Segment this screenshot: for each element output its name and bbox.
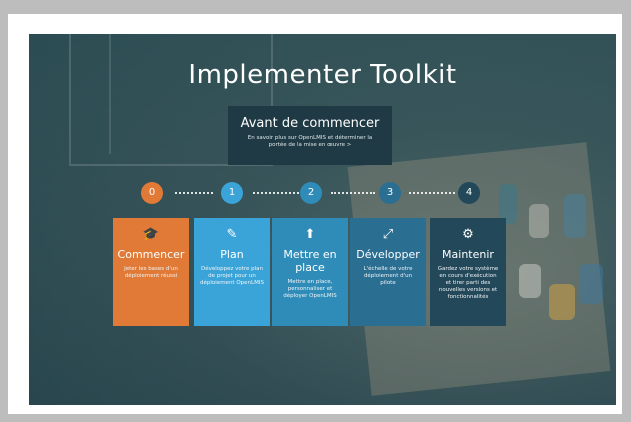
step-connector xyxy=(253,192,299,196)
card-title: Développer xyxy=(356,248,420,261)
background-photo-detail xyxy=(109,34,111,154)
card-title: Maintenir xyxy=(442,248,494,261)
card-title: Plan xyxy=(220,248,244,261)
card-title: Mettre en place xyxy=(283,248,337,274)
step-4[interactable]: 4 xyxy=(458,182,480,204)
card-title: Commencer xyxy=(117,248,185,261)
card-text: Gardez votre système en cours d'exécutio… xyxy=(437,266,499,300)
upload-icon: ⬆ xyxy=(304,227,316,242)
step-0[interactable]: 0 xyxy=(141,182,163,204)
step-1[interactable]: 1 xyxy=(221,182,243,204)
hero-banner: Implementer Toolkit Avant de commencer E… xyxy=(29,34,616,405)
intro-link[interactable]: En savoir plus sur OpenLMIS et détermine… xyxy=(240,135,380,149)
card-text: L'échelle de votre déploiement d'un pilo… xyxy=(363,266,413,286)
card-developper[interactable]: ⤢ Développer L'échelle de votre déploiem… xyxy=(350,218,426,326)
step-connector xyxy=(175,192,213,196)
step-indicator: 0 1 2 3 4 xyxy=(29,182,616,206)
step-connector xyxy=(409,192,455,196)
card-maintenir[interactable]: ⚙ Maintenir Gardez votre système en cour… xyxy=(430,218,506,326)
graduation-cap-icon: 🎓 xyxy=(142,227,160,242)
background-vial xyxy=(549,284,575,320)
card-commencer[interactable]: 🎓 Commencer Jeter les bases d'un déploie… xyxy=(113,218,189,326)
intro-heading: Avant de commencer xyxy=(240,116,380,131)
edit-icon: ✎ xyxy=(226,227,238,242)
card-text: Développez votre plan de projet pour un … xyxy=(200,266,264,286)
card-text: Mettre en place, personnaliser et déploy… xyxy=(283,279,337,299)
card-text: Jeter les bases d'un déploiement réussi xyxy=(124,266,178,279)
background-vial xyxy=(519,264,541,298)
gear-icon: ⚙ xyxy=(462,227,474,242)
expand-icon: ⤢ xyxy=(382,227,394,242)
step-2[interactable]: 2 xyxy=(300,182,322,204)
card-plan[interactable]: ✎ Plan Développez votre plan de projet p… xyxy=(194,218,270,326)
background-vial xyxy=(529,204,549,238)
step-connector xyxy=(331,192,375,196)
intro-box[interactable]: Avant de commencer En savoir plus sur Op… xyxy=(228,106,392,165)
background-vial xyxy=(579,264,603,304)
step-3[interactable]: 3 xyxy=(379,182,401,204)
card-mettre-en-place[interactable]: ⬆ Mettre en place Mettre en place, perso… xyxy=(272,218,348,326)
page-title: Implementer Toolkit xyxy=(188,60,457,90)
